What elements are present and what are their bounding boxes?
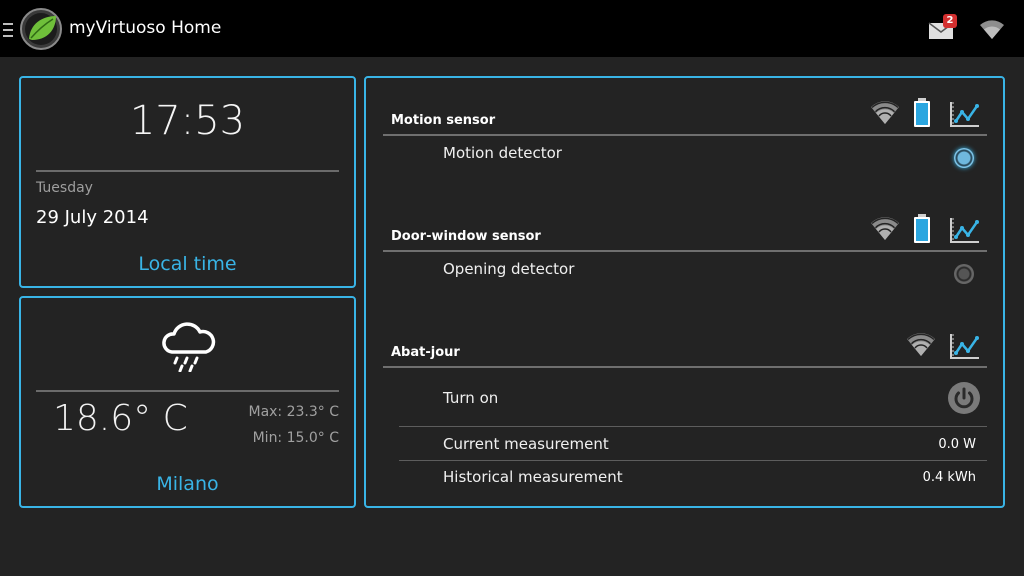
wifi-icon[interactable] [978,17,1006,41]
devices-card: Motion sensor Motion detector Door-windo… [364,76,1005,508]
date-label: 29 July 2014 [36,207,149,228]
drawer-indicator-icon[interactable] [3,23,13,37]
action-bar: myVirtuoso Home 2 [0,0,1024,57]
battery-icon[interactable] [913,98,931,128]
temperature: 18.6° C [53,398,188,439]
wifi-signal-icon[interactable] [905,330,937,358]
rain-cloud-icon [162,322,216,372]
door-window-sensor-title: Door-window sensor [391,229,541,244]
turn-on-label: Turn on [443,389,499,407]
historical-measurement-value: 0.4 kWh [922,470,976,485]
weather-card[interactable]: 18.6° C Max: 23.3° C Min: 15.0° C Milano [19,296,356,508]
clock-time: 17:53 [129,98,246,144]
abat-jour-title: Abat-jour [391,345,460,360]
section-divider [383,366,987,368]
app-title: myVirtuoso Home [69,18,222,38]
max-temperature: Max: 23.3° C [248,404,339,420]
wifi-signal-icon[interactable] [869,98,901,126]
battery-icon[interactable] [913,214,931,244]
current-measurement-label: Current measurement [443,435,609,453]
section-divider [383,134,987,136]
current-measurement-value: 0.0 W [938,437,976,452]
chart-icon[interactable] [949,100,981,128]
day-label: Tuesday [36,180,93,196]
opening-detector-label: Opening detector [443,260,575,278]
local-time-card[interactable]: 17:53 Tuesday 29 July 2014 Local time [19,76,356,288]
local-time-link[interactable]: Local time [21,253,354,275]
min-temperature: Min: 15.0° C [252,430,339,446]
motion-detector-status-indicator [954,148,974,168]
chart-icon[interactable] [949,332,981,360]
divider [36,170,339,172]
row-divider [399,426,987,427]
motion-sensor-title: Motion sensor [391,113,496,128]
power-button-icon[interactable] [948,382,980,414]
motion-detector-label: Motion detector [443,144,562,162]
city-link[interactable]: Milano [21,473,354,495]
row-divider [399,460,987,461]
historical-measurement-label: Historical measurement [443,468,623,486]
app-logo-icon[interactable] [20,8,62,50]
wifi-signal-icon[interactable] [869,214,901,242]
divider [36,390,339,392]
chart-icon[interactable] [949,216,981,244]
opening-detector-status-indicator [954,264,974,284]
section-divider [383,250,987,252]
notification-badge: 2 [943,14,957,28]
